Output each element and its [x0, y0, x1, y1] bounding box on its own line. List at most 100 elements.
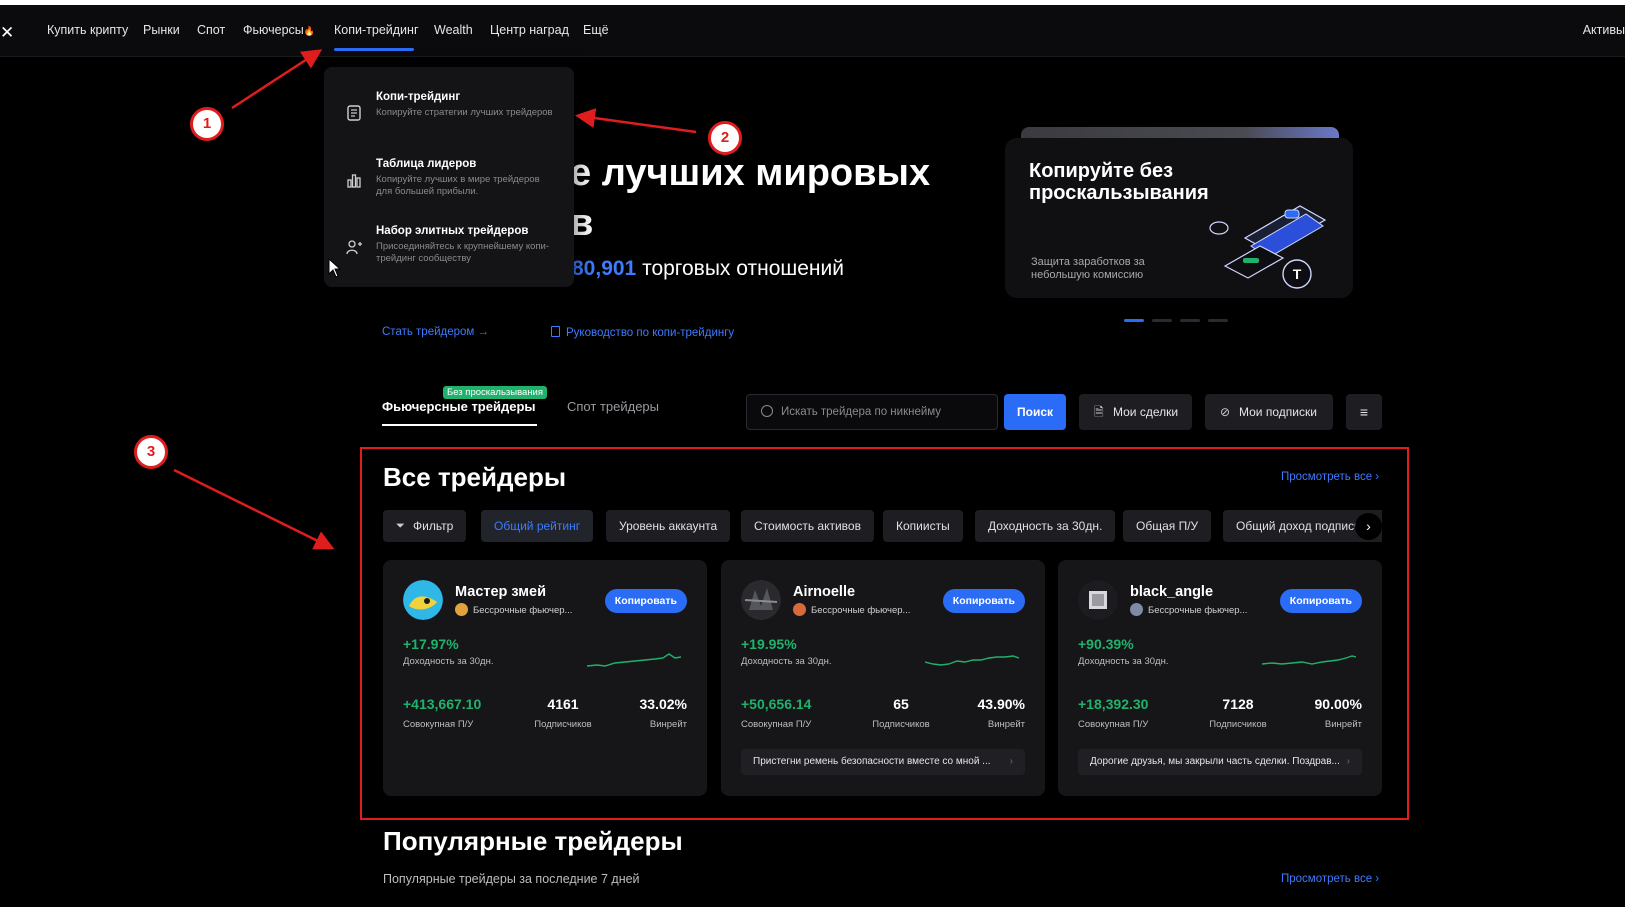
carousel-dots[interactable] — [1124, 309, 1236, 327]
svg-text:T: T — [1293, 266, 1302, 282]
chip-copiers[interactable]: Копиисты — [883, 510, 963, 542]
chip-overall-rating[interactable]: Общий рейтинг — [481, 510, 594, 542]
win-rate: 90.00% — [1314, 696, 1362, 712]
nav-copy-trading[interactable]: Копи-трейдинг — [334, 23, 419, 37]
chevron-right-icon: › — [1009, 756, 1013, 767]
annotation-marker-1: 1 — [190, 107, 224, 141]
my-deals-button[interactable]: 🗎 Мои сделки — [1079, 394, 1192, 430]
return-30d-label: Доходность за 30дн. — [403, 656, 494, 667]
nav-assets[interactable]: Активы — [1583, 23, 1625, 37]
return-30d-label: Доходность за 30дн. — [741, 656, 832, 667]
popular-traders-subtitle: Популярные трейдеры за последние 7 дней — [383, 872, 640, 886]
trader-tag: Бессрочные фьючер... — [1130, 603, 1248, 616]
subscribers-label: Подписчиков — [872, 719, 930, 730]
nav-wealth[interactable]: Wealth — [434, 23, 473, 37]
carousel-dot[interactable] — [1208, 319, 1228, 322]
mouse-cursor-icon — [328, 258, 342, 278]
nav-more[interactable]: Ещё — [583, 23, 609, 37]
nav-buy-crypto[interactable]: Купить крипту — [47, 23, 128, 37]
total-pnl: +50,656.14 — [741, 696, 812, 712]
guide-link[interactable]: Руководство по копи-трейдингу — [551, 326, 734, 339]
search-icon — [761, 405, 773, 417]
win-rate: 43.90% — [977, 696, 1025, 712]
trader-card[interactable]: Мастер змей Бессрочные фьючер... Копиров… — [383, 560, 707, 796]
nav-active-indicator — [334, 48, 414, 51]
subscribers-label: Подписчиков — [534, 719, 592, 730]
subscribers-label: Подписчиков — [1209, 719, 1267, 730]
book-icon — [551, 326, 560, 337]
win-rate-label: Винрейт — [649, 719, 687, 730]
carousel-dot[interactable] — [1152, 319, 1172, 322]
fire-icon: 🔥 — [303, 26, 315, 36]
chip-filter[interactable]: ⏷ Фильтр — [383, 510, 467, 542]
nav-futures-label: Фьючерсы — [243, 23, 304, 37]
return-30d: +17.97% — [403, 636, 459, 652]
dropdown-item-elite-recruitment[interactable]: Набор элитных трейдеров Присоединяйтесь … — [324, 223, 574, 283]
dropdown-item-desc: Присоединяйтесь к крупнейшему копи-трейд… — [376, 241, 549, 264]
filter-chips: ⏷ Фильтр Общий рейтинг Уровень аккаунта С… — [383, 510, 1382, 542]
all-traders-title: Все трейдеры — [383, 462, 567, 492]
subscribers-count: 7128 — [1222, 696, 1254, 712]
trader-tag-label: Бессрочные фьючер... — [811, 605, 911, 616]
link-icon: ⊘ — [1220, 405, 1231, 419]
promo-banner[interactable]: Копируйте без проскальзывания Защита зар… — [1005, 138, 1353, 298]
popular-view-all-link[interactable]: Просмотреть все › — [1281, 873, 1379, 885]
nav-rewards-center[interactable]: Центр наград — [490, 23, 569, 37]
dropdown-item-leaderboard[interactable]: Таблица лидеров Копируйте лучших в мире … — [324, 156, 574, 216]
search-button[interactable]: Поиск — [1004, 394, 1066, 430]
sparkline-chart — [925, 655, 1019, 666]
copy-button[interactable]: Копировать — [942, 589, 1025, 613]
sparkline-chart — [1262, 655, 1356, 665]
copy-button[interactable]: Копировать — [1279, 589, 1362, 613]
carousel-dot[interactable] — [1124, 319, 1144, 322]
total-pnl-label: Совокупная П/У — [741, 719, 812, 730]
chip-30d-return[interactable]: Доходность за 30дн. — [975, 510, 1116, 542]
copy-button[interactable]: Копировать — [604, 589, 687, 613]
dropdown-item-title: Таблица лидеров — [376, 158, 477, 170]
hero-count: 80,901 — [572, 257, 637, 280]
level-badge-icon — [793, 603, 806, 616]
promo-description: Защита заработков за небольшую комиссию — [1031, 256, 1145, 281]
carousel-dot[interactable] — [1180, 319, 1200, 322]
all-traders-view-all-link[interactable]: Просмотреть все › — [1281, 471, 1379, 483]
funnel-icon: ⏷ — [396, 520, 405, 532]
tab-futures-traders[interactable]: Фьючерсные трейдеры — [382, 399, 536, 414]
chip-total-pnl[interactable]: Общая П/У — [1123, 510, 1212, 542]
become-trader-link[interactable]: Стать трейдером → — [382, 326, 489, 338]
trader-message[interactable]: Дорогие друзья, мы закрыли часть сделки.… — [1078, 749, 1362, 775]
trader-name[interactable]: Мастер змей — [455, 584, 546, 600]
nav-spot[interactable]: Спот — [197, 23, 225, 37]
nav-markets[interactable]: Рынки — [143, 23, 180, 37]
chevron-right-icon[interactable]: › — [1355, 513, 1382, 540]
copy-doc-icon — [346, 105, 362, 121]
trader-message-text: Дорогие друзья, мы закрыли часть сделки.… — [1090, 756, 1340, 767]
promo-title: Копируйте без проскальзывания — [1029, 160, 1209, 204]
trader-card[interactable]: black_angle Бессрочные фьючер... Копиров… — [1058, 560, 1382, 796]
search-input[interactable] — [781, 395, 991, 429]
dropdown-item-title: Копи-трейдинг — [376, 91, 461, 103]
hero-count-suffix: торговых отношений — [636, 257, 844, 280]
menu-button[interactable]: ≡ — [1346, 394, 1382, 430]
trader-card[interactable]: Airnoelle Бессрочные фьючер... Копироват… — [721, 560, 1045, 796]
trader-message[interactable]: Пристегни ремень безопасности вместе со … — [741, 749, 1025, 775]
chip-account-level[interactable]: Уровень аккаунта — [606, 510, 731, 542]
logo[interactable]: ✕ — [0, 23, 14, 43]
subscribers-count: 65 — [893, 696, 909, 712]
trader-tag-label: Бессрочные фьючер... — [1148, 605, 1248, 616]
trader-name[interactable]: Airnoelle — [793, 584, 855, 600]
nav-futures[interactable]: Фьючерсы🔥 — [243, 23, 315, 37]
copy-trading-dropdown: Копи-трейдинг Копируйте стратегии лучших… — [324, 67, 574, 287]
trader-name[interactable]: black_angle — [1130, 584, 1213, 600]
chip-asset-value[interactable]: Стоимость активов — [741, 510, 874, 542]
user-add-icon — [346, 239, 362, 255]
my-subscriptions-button[interactable]: ⊘ Мои подписки — [1205, 394, 1333, 430]
return-30d-label: Доходность за 30дн. — [1078, 656, 1169, 667]
tab-spot-traders[interactable]: Спот трейдеры — [567, 399, 659, 414]
level-badge-icon — [1130, 603, 1143, 616]
avatar — [741, 580, 781, 620]
total-pnl-label: Совокупная П/У — [1078, 719, 1149, 730]
trader-tag-label: Бессрочные фьючер... — [473, 605, 573, 616]
wallet-illustration-icon: T — [1209, 205, 1327, 289]
my-deals-label: Мои сделки — [1113, 405, 1179, 419]
dropdown-item-copy-trading[interactable]: Копи-трейдинг Копируйте стратегии лучших… — [324, 89, 574, 149]
